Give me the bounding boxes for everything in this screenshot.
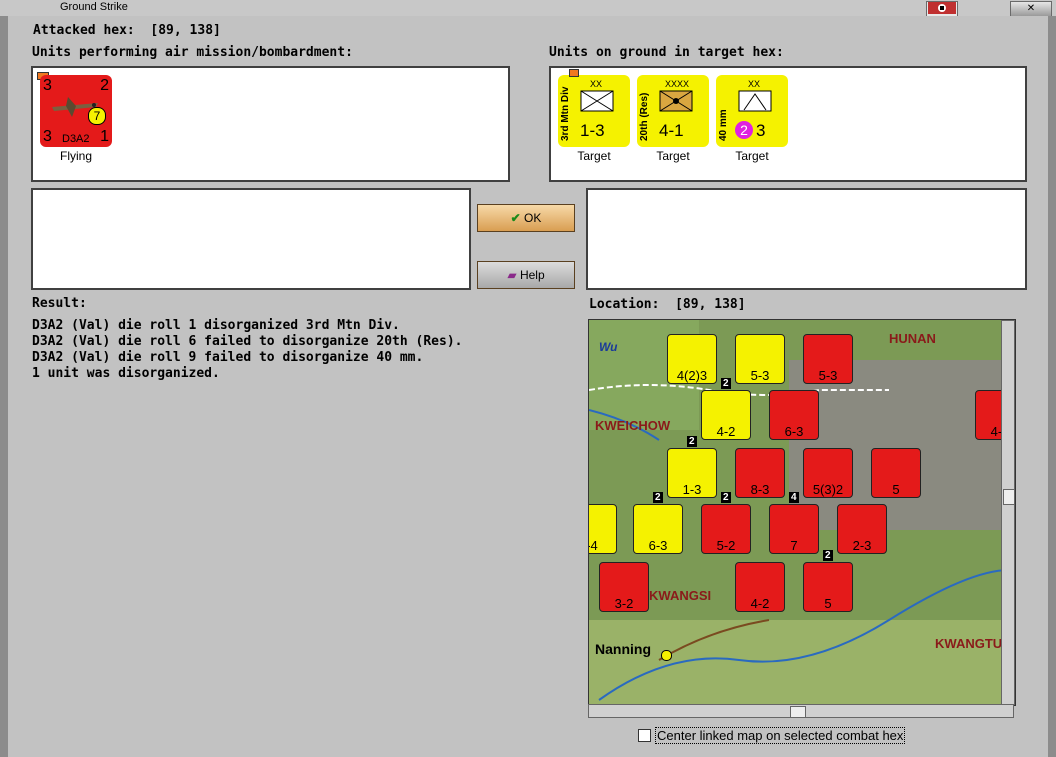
air-unit-caption: Flying <box>59 149 92 163</box>
map-counter[interactable]: 8-3 <box>735 448 785 498</box>
close-icon[interactable]: ✕ <box>1010 1 1052 17</box>
city-icon <box>661 650 672 661</box>
ground-unit-caption: Target <box>656 149 690 163</box>
ground-unit-caption: Target <box>735 149 769 163</box>
location-label: Location: [89, 138] <box>589 297 746 312</box>
map-label-kwangtu: KWANGTU <box>935 636 1003 651</box>
stack-count: 2 <box>653 492 663 503</box>
marker-icon <box>569 69 579 77</box>
result-line: D3A2 (Val) die roll 9 failed to disorgan… <box>32 350 424 365</box>
unit-size: XX <box>590 79 603 89</box>
ground-unit-40mm[interactable]: 40 mm XX 2 3 <box>716 75 788 147</box>
location-map[interactable]: Wu HUNAN KWEICHOW KWANGSI KWANGTU Nannin… <box>588 319 1016 706</box>
air-unit-top-right: 2 <box>100 77 109 94</box>
map-counter-aircraft[interactable]: 5 <box>803 562 853 612</box>
flag-icon <box>926 1 958 17</box>
vertical-scroll-thumb[interactable] <box>1003 489 1015 505</box>
unit-name: 20th (Res) <box>639 92 650 141</box>
unit-name: 40 mm <box>718 109 729 141</box>
stack-count: 2 <box>721 378 731 389</box>
map-counter[interactable]: -4 <box>589 504 617 554</box>
unit-value: 4-1 <box>659 121 684 140</box>
ok-button[interactable]: ✔ OK <box>477 204 575 232</box>
ground-unit-20th-res[interactable]: 20th (Res) XXXX 4-1 <box>637 75 709 147</box>
ground-unit-3rd-mtn-div[interactable]: 3rd Mtn Div XX 1-3 <box>558 75 630 147</box>
unit-size: XX <box>748 79 761 89</box>
unit-value: 3 <box>756 121 766 140</box>
center-map-checkbox[interactable] <box>638 729 651 742</box>
map-counter[interactable]: 6-3 <box>769 390 819 440</box>
artillery-icon <box>659 90 693 112</box>
map-city-nanning: Nanning <box>595 641 651 657</box>
book-icon: ▰ <box>507 268 517 282</box>
map-label-kweichow: KWEICHOW <box>595 418 671 433</box>
stack-count: 2 <box>687 436 697 447</box>
title-bar: Ground Strike ✕ <box>0 0 1056 17</box>
ground-units-heading: Units on ground in target hex: <box>549 45 784 60</box>
map-vertical-scrollbar[interactable] <box>1001 320 1015 705</box>
map-counter-aircraft[interactable]: 7 <box>769 504 819 554</box>
air-units-heading: Units performing air mission/bombardment… <box>32 45 353 60</box>
air-unit-name: D3A2 <box>62 133 90 145</box>
unit-value: 1-3 <box>580 121 605 140</box>
location-coords: [89, 138] <box>675 297 746 312</box>
result-line: 1 unit was disorganized. <box>32 366 220 381</box>
stack-count: 4 <box>789 492 799 503</box>
ground-unit-caption: Target <box>577 149 611 163</box>
unit-value-badge: 2 <box>735 121 753 139</box>
map-horizontal-scrollbar[interactable] <box>588 704 1014 718</box>
map-counter[interactable]: 4-2 <box>735 562 785 612</box>
window-title: Ground Strike <box>60 1 128 13</box>
infantry-icon <box>580 90 614 112</box>
attacked-hex-label: Attacked hex: [89, 138] <box>33 23 221 38</box>
map-counter[interactable]: 4(2)3 <box>667 334 717 384</box>
map-counter[interactable]: 6-3 <box>633 504 683 554</box>
air-unit-bottom-right: 1 <box>100 128 109 145</box>
map-label-wu: Wu <box>599 340 618 354</box>
map-label-kwangsi: KWANGSI <box>649 588 712 603</box>
result-label: Result: <box>32 296 87 311</box>
stack-count: 2 <box>823 550 833 561</box>
map-counter[interactable]: 3-2 <box>599 562 649 612</box>
unit-size: XXXX <box>665 79 690 89</box>
center-map-checkbox-label[interactable]: Center linked map on selected combat hex <box>655 727 906 744</box>
air-message-panel <box>31 188 471 290</box>
horizontal-scroll-thumb[interactable] <box>790 706 806 718</box>
map-counter[interactable]: 5-3 <box>735 334 785 384</box>
ground-units-panel: 3rd Mtn Div XX 1-3 Target 20th (Res) XXX… <box>549 66 1027 182</box>
unit-name: 3rd Mtn Div <box>560 86 571 141</box>
aa-icon <box>738 90 772 112</box>
air-unit-bottom-left: 3 <box>43 128 52 145</box>
map-counter[interactable]: 5-3 <box>803 334 853 384</box>
ok-button-label: OK <box>524 211 542 225</box>
stack-count: 2 <box>721 492 731 503</box>
result-line: D3A2 (Val) die roll 6 failed to disorgan… <box>32 334 463 349</box>
map-label-hunan: HUNAN <box>889 331 936 346</box>
result-line: D3A2 (Val) die roll 1 disorganized 3rd M… <box>32 318 400 333</box>
ground-message-panel <box>586 188 1027 290</box>
air-unit-badge: 7 <box>88 107 106 125</box>
air-units-panel: 3 2 7 3 D3A2 1 Flying <box>31 66 510 182</box>
map-counter-aircraft[interactable]: 5 <box>871 448 921 498</box>
map-counter[interactable]: 5-2 <box>701 504 751 554</box>
help-button[interactable]: ▰ Help <box>477 261 575 289</box>
map-counter[interactable]: 4-2 <box>701 390 751 440</box>
map-counter-target[interactable]: 2-3 <box>837 504 887 554</box>
help-button-label: Help <box>519 268 545 282</box>
air-unit-counter[interactable]: 3 2 7 3 D3A2 1 <box>40 75 112 147</box>
attacked-hex-coords: [89, 138] <box>150 23 221 38</box>
map-counter[interactable]: 1-3 <box>667 448 717 498</box>
check-icon: ✔ <box>510 211 521 225</box>
map-counter[interactable]: 5(3)2 <box>803 448 853 498</box>
